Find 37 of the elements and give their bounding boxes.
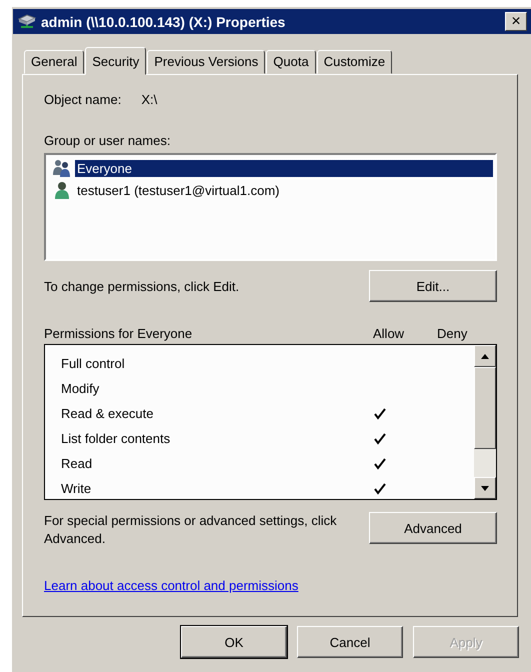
scrollbar[interactable] [474,345,496,499]
edit-button[interactable]: Edit... [369,270,497,302]
permission-name: Full control [61,356,126,371]
window-title: admin (\\10.0.100.143) (X:) Properties [41,14,286,30]
scroll-up-button[interactable] [474,345,496,367]
scroll-down-button[interactable] [474,477,496,499]
advanced-hint: For special permissions or advanced settings, click Advanced. [44,512,338,548]
permission-name: Write [61,481,92,496]
permission-name: Modify [61,381,100,396]
list-item[interactable]: Everyone [75,160,493,176]
column-header: Deny [437,326,468,340]
dialog-button[interactable]: OK [181,626,287,658]
object-name-value: X:\ [141,92,158,106]
tab[interactable]: Security [85,47,146,75]
tab[interactable]: Quota [266,50,316,74]
permission-name: Read [61,456,94,471]
network-drive-icon [17,12,37,30]
user-icon [52,181,72,199]
tab[interactable]: Customize [316,50,392,74]
permissions-label: Permissions for Everyone [44,326,194,340]
down-arrow-icon [481,486,489,490]
help-link[interactable]: Learn about access control and permissions [44,578,298,593]
close-button[interactable]: × [505,12,527,31]
column-header: Allow [373,326,406,340]
permission-name: Read & execute [61,406,155,421]
tab[interactable]: Previous Versions [147,50,266,74]
object-name-label: Object name: [44,92,122,106]
up-arrow-icon [481,354,489,358]
scroll-thumb[interactable] [474,367,496,449]
dialog-button[interactable]: Cancel [297,626,403,658]
list-item[interactable]: testuser1 (testuser1@virtual1.com) [75,182,282,198]
advanced-button[interactable]: Advanced [369,512,497,544]
group-icon [52,159,72,177]
group-list-label: Group or user names: [44,133,172,148]
permission-name: List folder contents [61,431,172,446]
tab[interactable]: General [24,50,84,74]
edit-hint: To change permissions, click Edit. [44,278,240,294]
